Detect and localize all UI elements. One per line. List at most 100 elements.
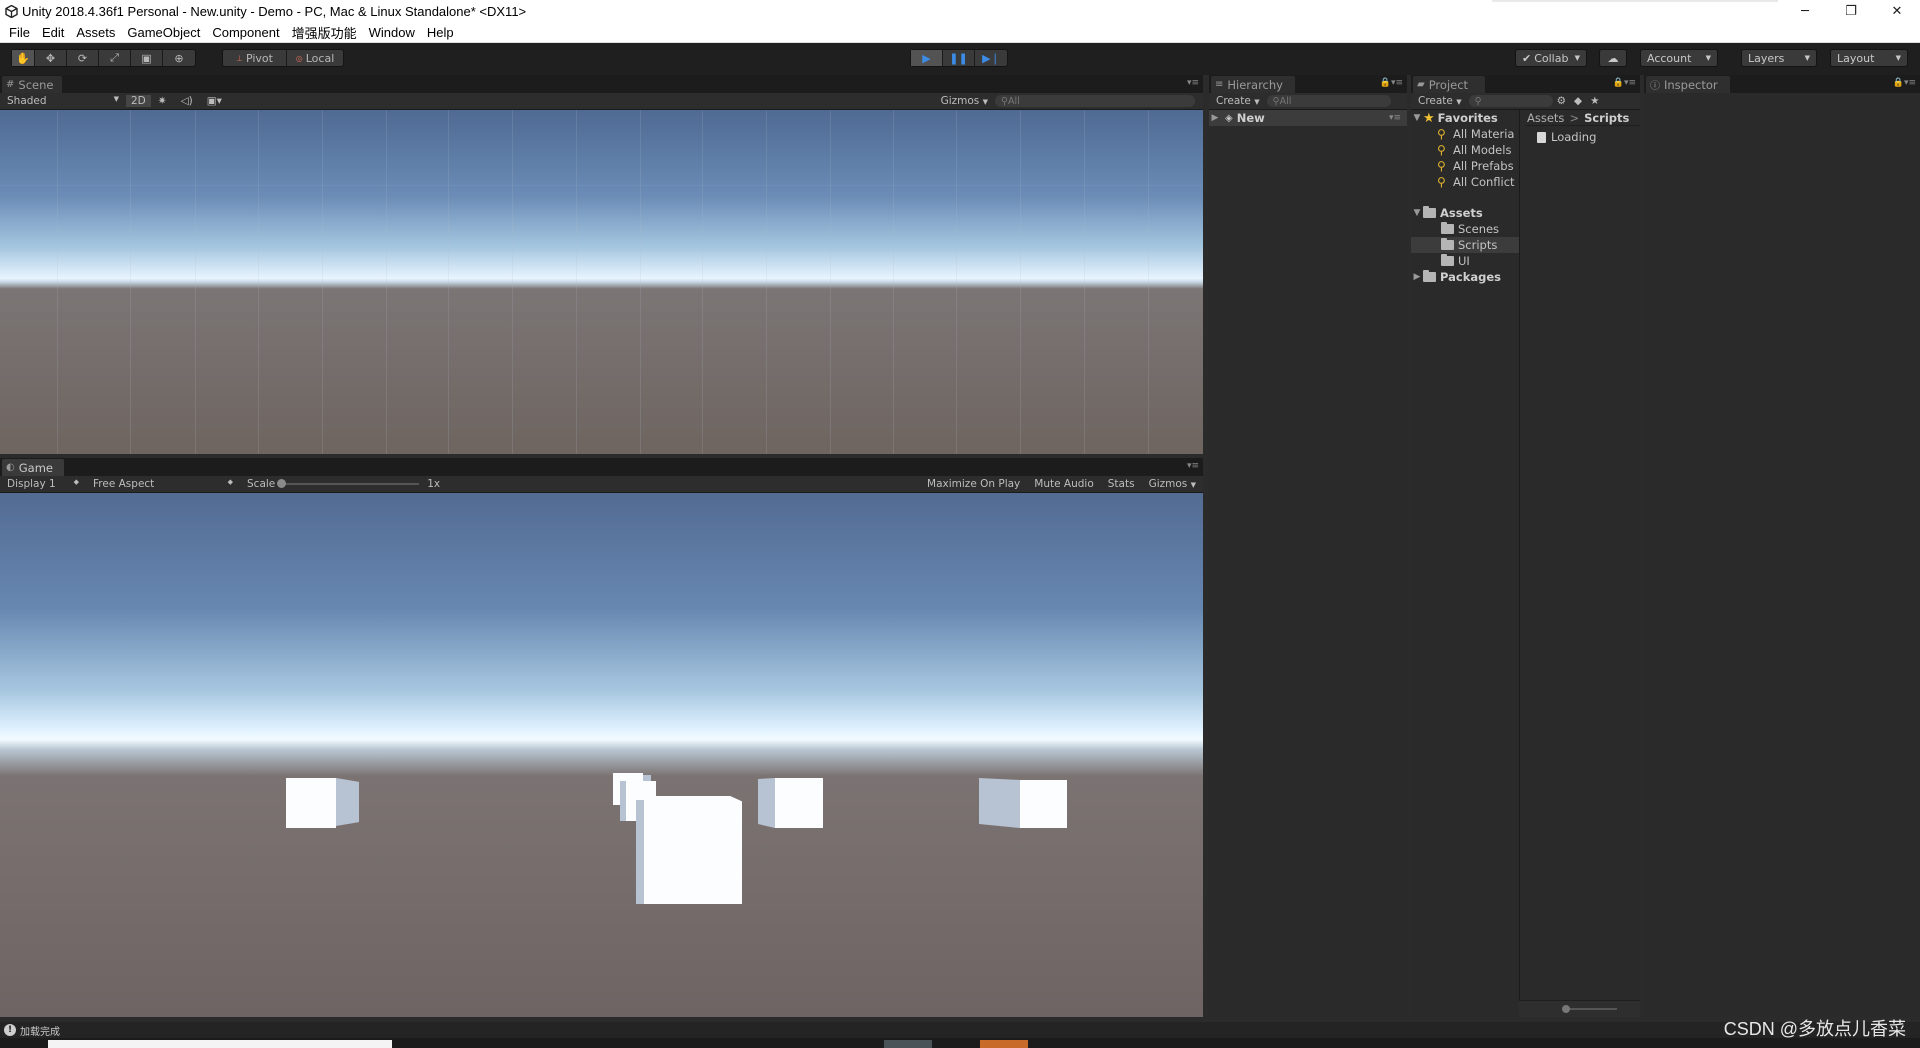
window-title-bar: Unity 2018.4.36f1 Personal - New.unity -… xyxy=(0,0,1920,22)
transform-tool-icon[interactable]: ⊕ xyxy=(163,50,195,66)
move-tool-icon[interactable]: ✥ xyxy=(35,50,67,66)
asset-file-item[interactable]: Loading xyxy=(1537,129,1637,145)
restore-button[interactable]: ❐ xyxy=(1828,0,1874,22)
star-icon: ★ xyxy=(1423,110,1435,126)
favorite-item[interactable]: ⚲ All Prefabs xyxy=(1411,158,1519,174)
search-icon: ⚲ xyxy=(1474,95,1482,107)
menu-enhanced-features[interactable]: 增强版功能 xyxy=(286,23,363,42)
notification-strip xyxy=(1492,0,1778,2)
transform-tools: ✋ ✥ ⟳ ⤢ ▣ ⊕ xyxy=(11,49,196,67)
minimize-button[interactable]: ─ xyxy=(1782,0,1828,22)
scale-slider[interactable]: Scale 1x xyxy=(240,478,447,490)
tab-project[interactable]: ▰ Project xyxy=(1413,76,1485,93)
menu-assets[interactable]: Assets xyxy=(70,25,121,40)
play-icon[interactable]: ▶ xyxy=(911,50,943,66)
tab-inspector[interactable]: ⓘ Inspector xyxy=(1646,76,1730,93)
search-icon: ⚲ xyxy=(1437,159,1446,173)
favorite-item[interactable]: ⚲ All Materia xyxy=(1411,126,1519,142)
game-viewport[interactable] xyxy=(0,493,1203,1017)
expand-arrow-icon[interactable]: ▶ xyxy=(1411,272,1423,282)
menu-file[interactable]: File xyxy=(3,25,36,40)
scene-options-icon[interactable]: ▾≡ xyxy=(1389,113,1401,123)
shading-mode-dropdown[interactable]: Shaded ▼ xyxy=(0,95,126,107)
hierarchy-search-input[interactable]: ⚲ All xyxy=(1266,95,1391,107)
game-gizmos-dropdown[interactable]: Gizmos ▼ xyxy=(1142,478,1203,490)
favorites-header[interactable]: ▼ ★ Favorites xyxy=(1411,110,1519,126)
filter-label-icon[interactable]: ◆ xyxy=(1570,95,1586,107)
collab-dropdown[interactable]: ✔ Collab ▼ xyxy=(1515,49,1587,67)
local-toggle[interactable]: ◎ Local xyxy=(287,50,343,66)
stats-toggle[interactable]: Stats xyxy=(1101,478,1142,490)
assets-folder[interactable]: ▼ Assets xyxy=(1411,205,1519,221)
aspect-dropdown[interactable]: Free Aspect ◆ xyxy=(86,478,240,490)
scene-search-input[interactable]: ⚲ All xyxy=(995,95,1195,107)
folder-item-scenes[interactable]: Scenes xyxy=(1411,221,1519,237)
scale-slider-handle[interactable] xyxy=(277,479,287,488)
folder-item-scripts[interactable]: Scripts xyxy=(1411,237,1519,253)
rotate-tool-icon[interactable]: ⟳ xyxy=(67,50,99,66)
collapse-arrow-icon[interactable]: ▼ xyxy=(1411,113,1423,123)
favorite-star-icon[interactable]: ★ xyxy=(1586,95,1603,107)
step-icon[interactable]: ▶❘ xyxy=(975,50,1007,66)
layers-dropdown[interactable]: Layers ▼ xyxy=(1741,49,1817,67)
breadcrumb-assets[interactable]: Assets xyxy=(1527,111,1564,125)
menu-window[interactable]: Window xyxy=(363,25,421,40)
cloud-button[interactable]: ☁ xyxy=(1599,49,1627,67)
menu-edit[interactable]: Edit xyxy=(36,25,70,40)
play-controls: ▶ ❚❚ ▶❘ xyxy=(910,49,1008,67)
hand-tool-icon[interactable]: ✋ xyxy=(12,50,35,66)
tab-scene[interactable]: # Scene xyxy=(2,76,62,93)
2d-toggle[interactable]: 2D xyxy=(126,95,151,107)
icon-size-slider-handle[interactable] xyxy=(1562,1005,1570,1013)
hierarchy-panel: ≡ Hierarchy 🔒▾≡ Create ▼ ⚲ All ▶ ◈ New ▾≡ xyxy=(1209,75,1407,1017)
panel-menu-icon[interactable]: ▾≡ xyxy=(1187,78,1199,88)
favorite-item[interactable]: ⚲ All Models xyxy=(1411,142,1519,158)
maximize-on-play-toggle[interactable]: Maximize On Play xyxy=(920,478,1027,490)
tab-hierarchy[interactable]: ≡ Hierarchy xyxy=(1211,76,1295,93)
scene-viewport[interactable] xyxy=(0,110,1203,454)
close-button[interactable]: ✕ xyxy=(1874,0,1920,22)
check-icon: ✔ xyxy=(1522,51,1532,65)
panel-menu-icon[interactable]: ▾≡ xyxy=(1187,461,1199,471)
panel-lock-menu-icon[interactable]: 🔒▾≡ xyxy=(1893,78,1916,88)
scale-tool-icon[interactable]: ⤢ xyxy=(99,50,131,66)
status-message[interactable]: 加载完成 xyxy=(20,1023,60,1038)
tab-game[interactable]: ◐ Game xyxy=(2,459,64,476)
menu-help[interactable]: Help xyxy=(421,25,460,40)
filter-type-icon[interactable]: ⚙ xyxy=(1553,95,1570,107)
project-create-dropdown[interactable]: Create ▼ xyxy=(1411,95,1469,107)
rect-tool-icon[interactable]: ▣ xyxy=(131,50,163,66)
packages-folder[interactable]: ▶ Packages xyxy=(1411,269,1519,285)
collapse-arrow-icon[interactable]: ▼ xyxy=(1411,208,1423,218)
audio-toggle-icon[interactable]: ◁) xyxy=(174,95,200,107)
scene-root-item[interactable]: ▶ ◈ New ▾≡ xyxy=(1209,110,1407,126)
menu-component[interactable]: Component xyxy=(206,25,285,40)
panel-lock-menu-icon[interactable]: 🔒▾≡ xyxy=(1380,78,1403,88)
display-dropdown[interactable]: Display 1 ◆ xyxy=(0,478,86,490)
layout-dropdown[interactable]: Layout ▼ xyxy=(1830,49,1908,67)
lighting-toggle-icon[interactable]: ✷ xyxy=(151,95,174,107)
main-toolbar: ✋ ✥ ⟳ ⤢ ▣ ⊕ ⊥ Pivot ◎ Local ▶ ❚❚ ▶❘ ✔ Colla… xyxy=(0,43,1920,75)
game-toolbar: Display 1 ◆ Free Aspect ◆ Scale 1x Maximize… xyxy=(0,476,1203,493)
scene-toolbar: Shaded ▼ 2D ✷ ◁) ▣▾ Gizmos ▼ ⚲ All xyxy=(0,93,1203,110)
folder-item-ui[interactable]: UI xyxy=(1411,253,1519,269)
panel-lock-menu-icon[interactable]: 🔒▾≡ xyxy=(1613,78,1636,88)
project-search-input[interactable]: ⚲ xyxy=(1468,95,1553,107)
breadcrumb-scripts[interactable]: Scripts xyxy=(1584,111,1629,125)
cloud-icon: ☁ xyxy=(1607,51,1619,65)
scene-gizmos-dropdown[interactable]: Gizmos ▼ xyxy=(934,95,995,107)
favorite-item[interactable]: ⚲ All Conflict xyxy=(1411,174,1519,190)
menu-gameobject[interactable]: GameObject xyxy=(121,25,206,40)
account-dropdown[interactable]: Account ▼ xyxy=(1640,49,1718,67)
pivot-local-toggles: ⊥ Pivot ◎ Local xyxy=(222,49,344,67)
project-toolbar: Create ▼ ⚲ ⚙ ◆ ★ xyxy=(1411,93,1640,110)
expand-arrow-icon[interactable]: ▶ xyxy=(1209,113,1221,123)
hierarchy-create-dropdown[interactable]: Create ▼ xyxy=(1209,95,1267,107)
mute-audio-toggle[interactable]: Mute Audio xyxy=(1027,478,1100,490)
inspector-panel: ⓘ Inspector 🔒▾≡ xyxy=(1644,75,1920,1017)
pause-icon[interactable]: ❚❚ xyxy=(943,50,975,66)
pivot-toggle[interactable]: ⊥ Pivot xyxy=(223,50,287,66)
icon-size-slider[interactable] xyxy=(1519,1000,1640,1017)
effects-dropdown-icon[interactable]: ▣▾ xyxy=(200,95,229,107)
grid-icon: # xyxy=(6,79,15,90)
